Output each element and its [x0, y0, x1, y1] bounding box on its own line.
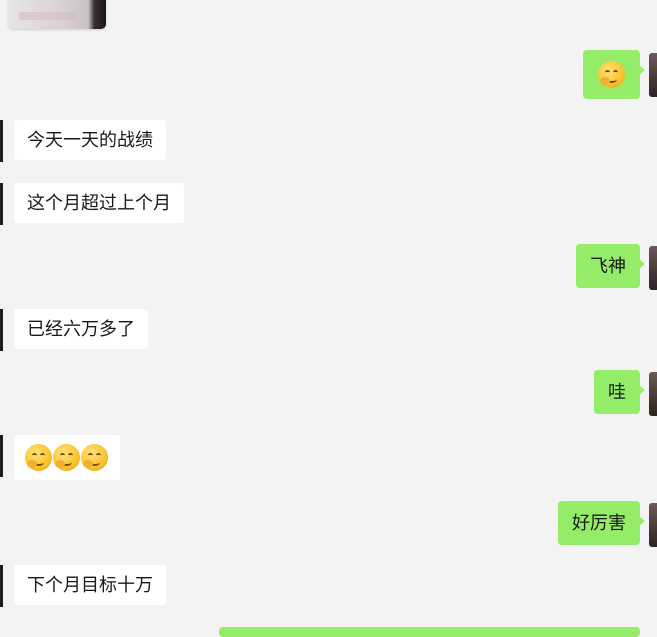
- incoming-message-bubble[interactable]: 已经六万多了: [14, 309, 148, 349]
- outgoing-message-bubble[interactable]: 好厉害: [558, 501, 645, 545]
- my-avatar[interactable]: [649, 53, 657, 97]
- image-blur-region: [18, 12, 78, 20]
- my-avatar[interactable]: [649, 246, 657, 290]
- contact-avatar[interactable]: [0, 120, 3, 162]
- message-text: 飞神: [590, 256, 626, 276]
- outgoing-emoji-bubble[interactable]: [583, 50, 645, 99]
- contact-avatar[interactable]: [0, 435, 3, 477]
- message-text: 今天一天的战绩: [27, 130, 153, 150]
- thinking-face-emoji-icon: [53, 444, 80, 471]
- message-text: 已经六万多了: [27, 319, 135, 339]
- contact-avatar[interactable]: [0, 565, 3, 607]
- shared-image-thumbnail[interactable]: [8, 0, 106, 29]
- thinking-face-emoji-icon: [81, 444, 108, 471]
- hug-face-emoji-icon: [597, 61, 625, 88]
- contact-avatar[interactable]: [0, 309, 3, 351]
- message-text: 这个月超过上个月: [27, 193, 171, 213]
- incoming-message-bubble[interactable]: 下个月目标十万: [14, 565, 166, 605]
- outgoing-message-bubble[interactable]: 哇: [594, 370, 645, 414]
- incoming-message-bubble[interactable]: 今天一天的战绩: [14, 120, 166, 160]
- message-text: 下个月目标十万: [27, 575, 153, 595]
- message-text: 好厉害: [572, 513, 626, 533]
- my-avatar[interactable]: [649, 372, 657, 416]
- thinking-face-emoji-icon: [25, 444, 52, 471]
- my-avatar[interactable]: [649, 503, 657, 547]
- outgoing-message-bubble-partial[interactable]: [219, 627, 640, 637]
- contact-avatar[interactable]: [0, 183, 3, 225]
- message-text: 哇: [608, 382, 626, 402]
- incoming-emoji-bubble[interactable]: [14, 435, 120, 480]
- incoming-message-bubble[interactable]: 这个月超过上个月: [14, 183, 184, 223]
- outgoing-message-bubble[interactable]: 飞神: [576, 244, 645, 288]
